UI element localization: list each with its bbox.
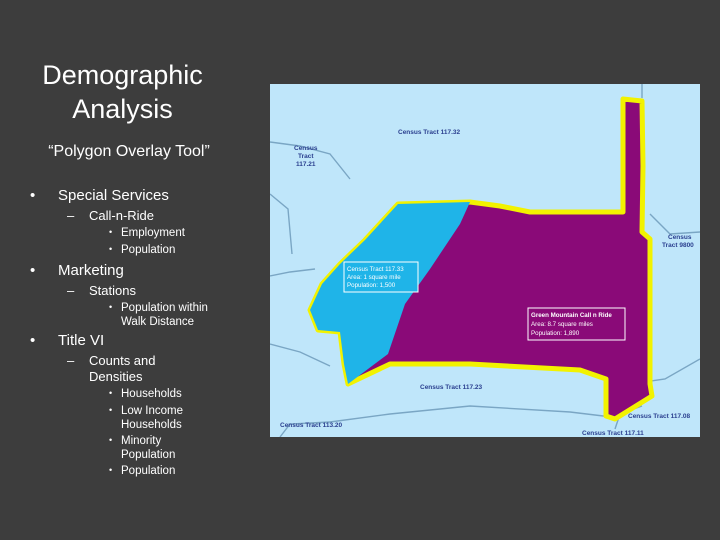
sub-label: Counts and Densities xyxy=(89,353,156,385)
bullet-dot: • xyxy=(30,332,36,349)
bullet-dot: • xyxy=(30,262,36,279)
bullet-label: Special Services xyxy=(58,187,169,204)
info-box-blue-line3: Population: 1,500 xyxy=(347,282,396,289)
item-dot: • xyxy=(109,435,113,445)
slide-title: Demographic Analysis xyxy=(20,58,225,126)
item-label: Employment xyxy=(121,227,185,239)
label-tract-117-11: Census Tract 117.11 xyxy=(582,430,644,437)
item-label-line1: Population within xyxy=(121,302,208,314)
item-label-line2: Households xyxy=(121,418,182,431)
item-label: Minority Population xyxy=(121,435,175,462)
item-label-line2: Population xyxy=(121,448,176,461)
sub-label: Call-n-Ride xyxy=(89,208,155,223)
info-box-purple: Green Mountain Call n Ride Area: 8.7 squ… xyxy=(527,307,626,341)
slide: Demographic Analysis “Polygon Overlay To… xyxy=(0,0,720,540)
label-tract-117-21-line3: 117.21 xyxy=(296,161,316,168)
census-map: Census Tract 117.32 Census Tract 117.21 … xyxy=(270,84,700,437)
info-box-blue-line1: Census Tract 117.33 xyxy=(347,266,404,273)
info-box-purple-line1: Green Mountain Call n Ride xyxy=(531,312,612,319)
item-dot: • xyxy=(109,465,113,475)
label-tract-117-21-line1: Census xyxy=(294,145,318,152)
label-tract-117-08: Census Tract 117.08 xyxy=(628,413,691,420)
item-label-line2: Walk Distance xyxy=(121,315,195,328)
info-box-purple-line3: Population: 1,890 xyxy=(531,330,580,337)
item-dot: • xyxy=(109,405,113,415)
item-dot: • xyxy=(109,302,113,312)
info-box-blue: Census Tract 117.33 Area: 1 square mile … xyxy=(343,261,419,293)
bullet-label: Marketing xyxy=(58,262,124,279)
item-label-line1: Low Income xyxy=(121,405,184,417)
item-label: Population within Walk Distance xyxy=(121,302,208,329)
item-label: Population xyxy=(121,465,176,477)
item-dot: • xyxy=(109,388,113,398)
label-tract-9800-line2: Tract 9800 xyxy=(662,242,694,249)
item-label: Households xyxy=(121,388,182,400)
bullet-dot: • xyxy=(30,187,36,204)
info-box-blue-line2: Area: 1 square mile xyxy=(347,274,401,281)
label-tract-117-23: Census Tract 117.23 xyxy=(420,384,483,391)
label-tract-9800-line1: Census xyxy=(668,234,692,241)
sub-label-line2: Densities xyxy=(89,369,143,384)
sub-dash: – xyxy=(67,283,75,298)
item-dot: • xyxy=(109,244,113,254)
sub-label-line1: Counts and xyxy=(89,353,156,368)
item-label: Low Income Households xyxy=(121,405,183,432)
sub-dash: – xyxy=(67,208,75,223)
label-tract-117-21-line2: Tract xyxy=(298,153,314,160)
slide-title-line2: Analysis xyxy=(72,94,173,124)
item-label: Population xyxy=(121,244,176,256)
sub-dash: – xyxy=(67,353,75,368)
item-dot: • xyxy=(109,227,113,237)
sub-label: Stations xyxy=(89,283,136,298)
label-tract-113-20: Census Tract 113.20 xyxy=(280,422,343,429)
item-label-line1: Minority xyxy=(121,435,162,447)
slide-subtitle: “Polygon Overlay Tool” xyxy=(48,143,210,160)
label-tract-117-32: Census Tract 117.32 xyxy=(398,129,461,136)
bullet-label: Title VI xyxy=(58,332,105,349)
info-box-purple-line2: Area: 8.7 square miles xyxy=(531,321,593,328)
slide-title-line1: Demographic xyxy=(42,60,203,90)
census-map-svg: Census Tract 117.32 Census Tract 117.21 … xyxy=(270,84,700,437)
